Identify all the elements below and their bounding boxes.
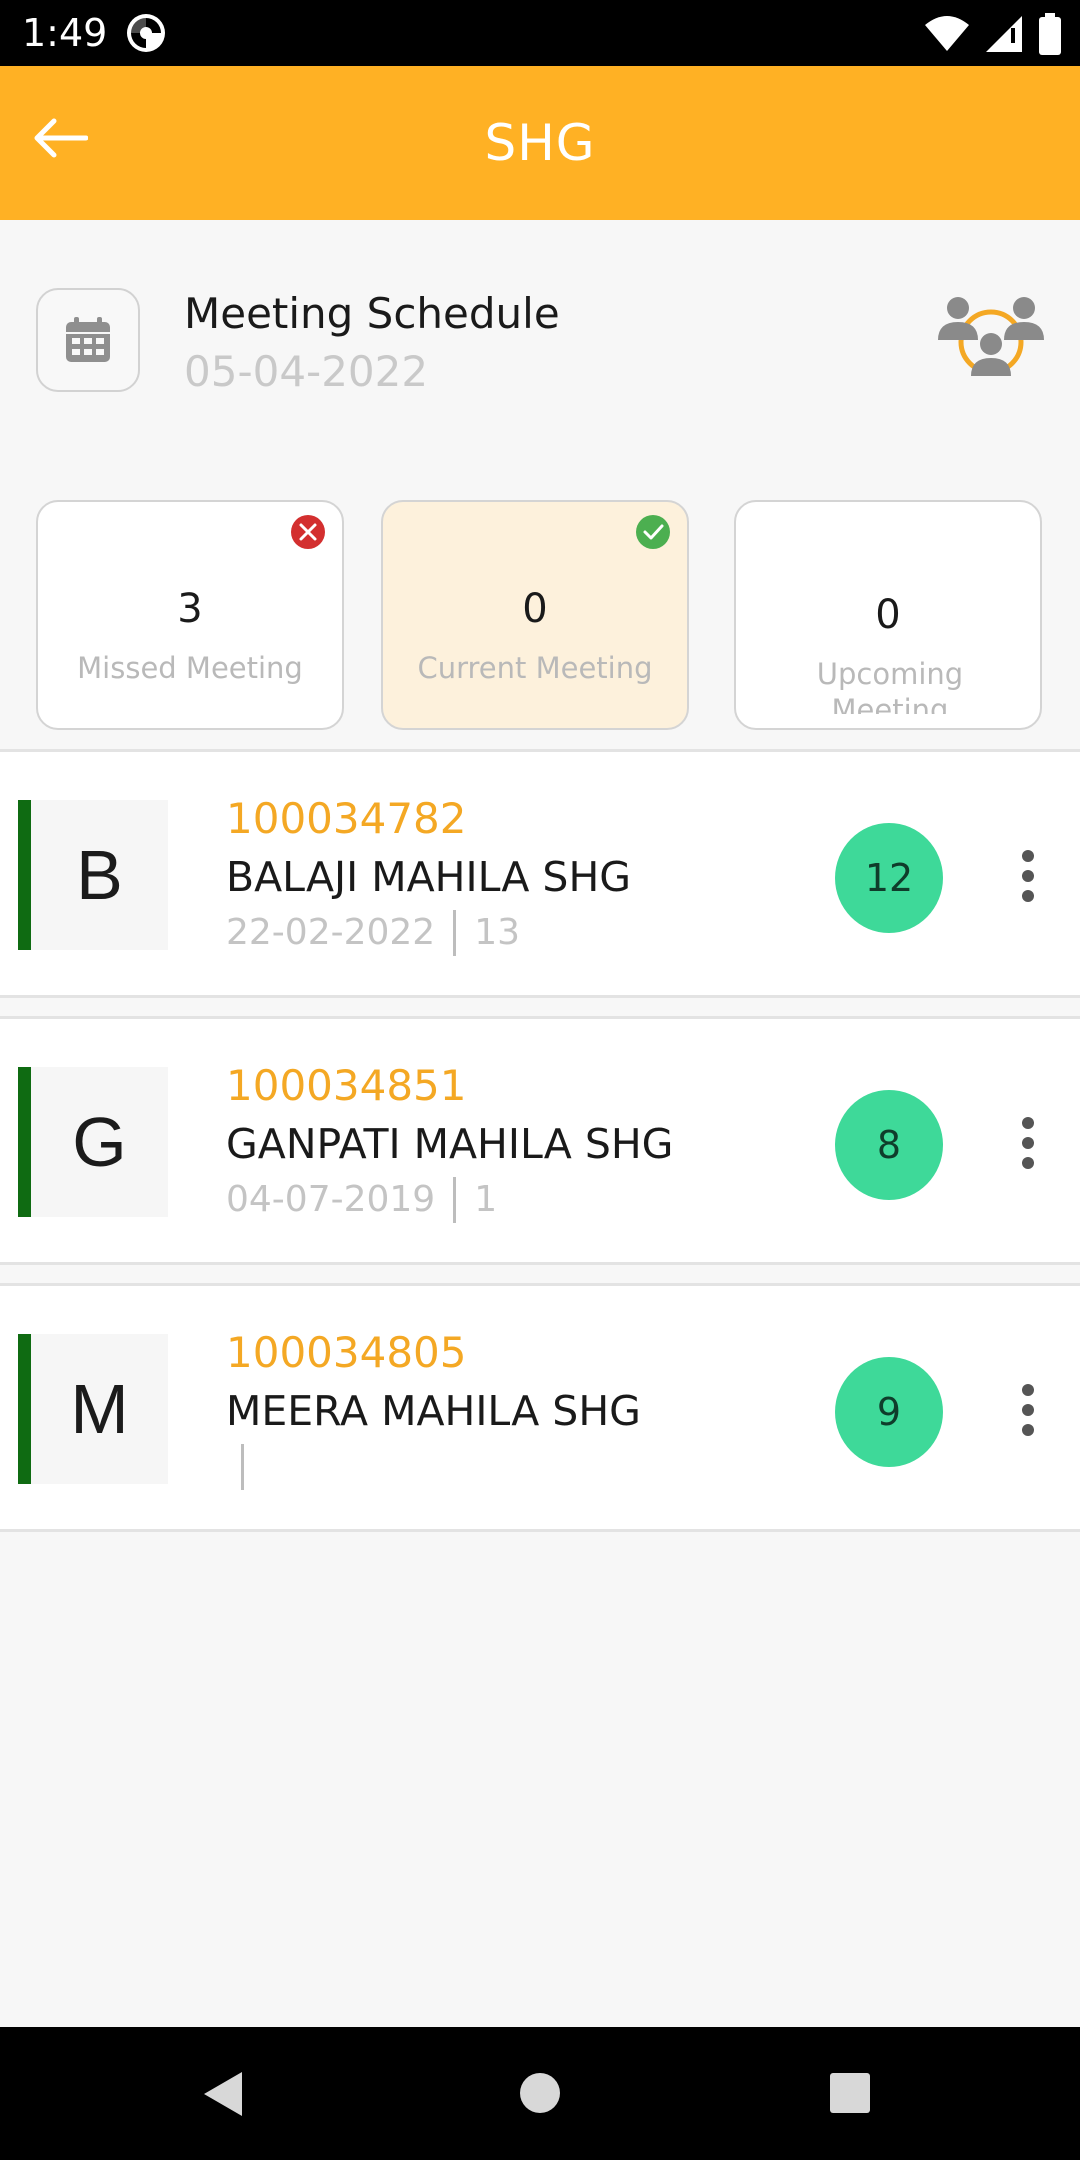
shg-meta: 22-02-2022 13: [226, 910, 520, 956]
current-meeting-label: Current Meeting: [417, 651, 653, 685]
shg-meta: [226, 1444, 262, 1490]
calendar-button[interactable]: [36, 288, 140, 392]
upcoming-meeting-count: 0: [875, 592, 901, 638]
shg-list-item[interactable]: M 100034805 MEERA MAHILA SHG 9: [0, 1286, 1080, 1530]
battery-icon: [1039, 13, 1061, 55]
member-count-badge: 8: [835, 1090, 943, 1200]
signal-icon: [986, 16, 1022, 52]
nav-home-icon[interactable]: [518, 2071, 562, 2115]
divider: [0, 1262, 1080, 1265]
current-meeting-count: 0: [522, 586, 548, 632]
shg-list-item[interactable]: B 100034782 BALAJI MAHILA SHG 22-02-2022…: [0, 752, 1080, 996]
shg-list-item[interactable]: G 100034851 GANPATI MAHILA SHG 04-07-201…: [0, 1019, 1080, 1263]
more-vert-icon[interactable]: [1004, 1111, 1052, 1175]
shg-name: GANPATI MAHILA SHG: [226, 1120, 674, 1168]
status-bar: 1:49: [0, 0, 1080, 66]
back-arrow-icon: [34, 118, 88, 158]
missed-meeting-count: 3: [177, 586, 203, 632]
divider: [0, 995, 1080, 998]
upcoming-meeting-card[interactable]: 0 Upcoming Meeting: [734, 500, 1042, 730]
upcoming-meeting-label: Upcoming Meeting: [816, 657, 964, 714]
row-accent-bar: [18, 1334, 31, 1484]
nav-back-icon[interactable]: [200, 2069, 248, 2119]
member-count-badge: 12: [835, 823, 943, 933]
back-button[interactable]: [28, 106, 92, 170]
missed-meeting-label: Missed Meeting: [77, 651, 303, 685]
missed-icon: [291, 515, 325, 549]
shg-date: 22-02-2022: [226, 912, 436, 953]
app-bar: SHG: [0, 66, 1080, 220]
shg-id: 100034851: [226, 1061, 467, 1110]
shg-date: 04-07-2019: [226, 1179, 436, 1220]
shg-name: MEERA MAHILA SHG: [226, 1387, 641, 1435]
shg-avatar: G: [31, 1067, 168, 1217]
meta-separator: [241, 1444, 244, 1490]
schedule-date: 05-04-2022: [184, 347, 429, 396]
shg-meta: 04-07-2019 1: [226, 1177, 497, 1223]
schedule-title: Meeting Schedule: [184, 289, 560, 338]
divider: [0, 1529, 1080, 1532]
group-meeting-icon[interactable]: [936, 290, 1046, 390]
app-notification-icon: [127, 14, 165, 52]
shg-avatar: B: [31, 800, 168, 950]
nav-recents-icon[interactable]: [828, 2071, 872, 2115]
current-meeting-card[interactable]: 0 Current Meeting: [381, 500, 689, 730]
system-nav-bar: [0, 2027, 1080, 2160]
status-time: 1:49: [22, 11, 108, 55]
status-icons: [924, 12, 1062, 56]
row-accent-bar: [18, 800, 31, 950]
member-count-badge: 9: [835, 1357, 943, 1467]
shg-id: 100034782: [226, 794, 467, 843]
check-icon: [636, 515, 670, 549]
more-vert-icon[interactable]: [1004, 844, 1052, 908]
shg-avatar: M: [31, 1334, 168, 1484]
calendar-icon: [66, 317, 110, 362]
more-vert-icon[interactable]: [1004, 1378, 1052, 1442]
shg-name: BALAJI MAHILA SHG: [226, 853, 632, 901]
shg-extra: 13: [474, 912, 521, 953]
meta-separator: [453, 1177, 457, 1223]
shg-id: 100034805: [226, 1328, 467, 1377]
row-accent-bar: [18, 1067, 31, 1217]
shg-extra: 1: [474, 1179, 498, 1220]
app-title: SHG: [484, 114, 596, 172]
wifi-icon: [925, 16, 969, 51]
meta-separator: [453, 910, 457, 956]
missed-meeting-card[interactable]: 3 Missed Meeting: [36, 500, 344, 730]
